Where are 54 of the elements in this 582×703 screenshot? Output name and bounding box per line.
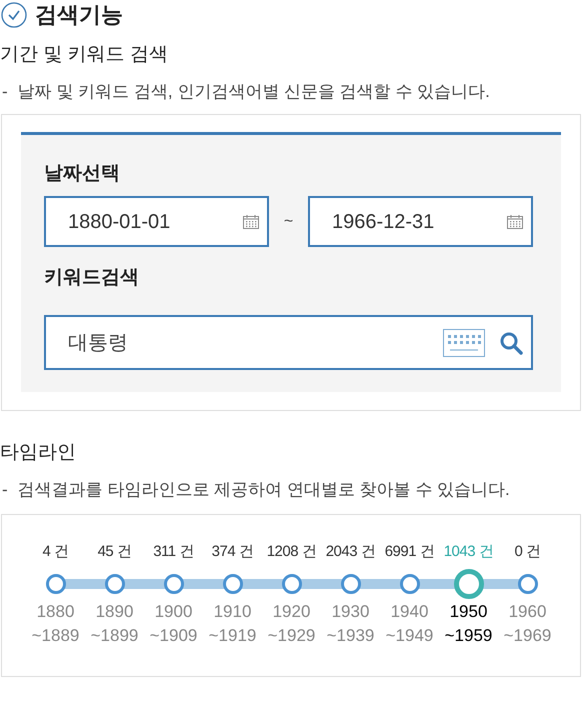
calendar-icon[interactable] [243, 214, 259, 228]
result-count: 311 건 [153, 542, 194, 562]
bullet-mark: - [2, 479, 8, 501]
period-end: ~1949 [386, 625, 434, 647]
timeline-node[interactable] [282, 574, 302, 594]
period-end: ~1909 [150, 625, 198, 647]
period-end: ~1939 [326, 625, 374, 647]
period-end: ~1929 [268, 625, 316, 647]
period-start: 1880 [36, 601, 74, 623]
result-count: 6991 건 [384, 542, 434, 562]
period-end: ~1959 [444, 625, 492, 647]
bullet-mark: - [2, 81, 8, 103]
period-start: 1890 [96, 601, 134, 623]
timeline-node[interactable] [222, 574, 242, 594]
period-start: 1920 [272, 601, 310, 623]
period-start: 1960 [508, 601, 546, 623]
result-count: 1208 건 [266, 542, 316, 562]
result-count: 4 건 [42, 542, 68, 562]
keyword-field[interactable]: 대통령 [44, 315, 533, 370]
period-end: ~1919 [208, 625, 256, 647]
result-count: 0 건 [514, 542, 540, 562]
timeline-node[interactable] [164, 574, 184, 594]
date-field[interactable]: 1966-12-31 [308, 196, 533, 247]
period-start: 1940 [390, 601, 428, 623]
period-start: 1910 [214, 601, 252, 623]
subsection-heading: 타임라인 [0, 441, 77, 465]
range-separator: ~ [282, 212, 294, 232]
search-icon[interactable] [499, 330, 523, 354]
timeline-node[interactable] [518, 574, 538, 594]
period-start: 1900 [154, 601, 192, 623]
calendar-icon[interactable] [507, 214, 523, 228]
date-label: 날짜선택 [44, 162, 121, 186]
keyboard-icon[interactable] [443, 328, 485, 356]
date-field[interactable]: 1880-01-01 [44, 196, 269, 247]
result-count: 45 건 [98, 542, 132, 562]
period-end: ~1899 [90, 625, 138, 647]
keyword-label: 키워드검색 [44, 266, 140, 290]
timeline-node[interactable] [340, 574, 360, 594]
timeline-node[interactable] [400, 574, 420, 594]
timeline-node[interactable] [104, 574, 124, 594]
description: 날짜 및 키워드 검색, 인기검색어별 신문을 검색할 수 있습니다. [18, 81, 490, 103]
period-end: ~1889 [32, 625, 80, 647]
timeline-node[interactable] [454, 569, 484, 599]
period-start: 1930 [332, 601, 370, 623]
result-count: 2043 건 [326, 542, 376, 562]
period-start: 1950 [450, 601, 488, 623]
subsection-heading: 기간 및 키워드 검색 [0, 43, 169, 67]
result-count: 374 건 [212, 542, 254, 562]
timeline-node[interactable] [46, 574, 66, 594]
description: 검색결과를 타임라인으로 제공하여 연대별로 찾아볼 수 있습니다. [18, 479, 510, 501]
period-end: ~1969 [504, 625, 552, 647]
section-title: 검색기능 [35, 1, 123, 29]
check-circle-icon [1, 2, 27, 28]
result-count: 1043 건 [444, 542, 494, 562]
